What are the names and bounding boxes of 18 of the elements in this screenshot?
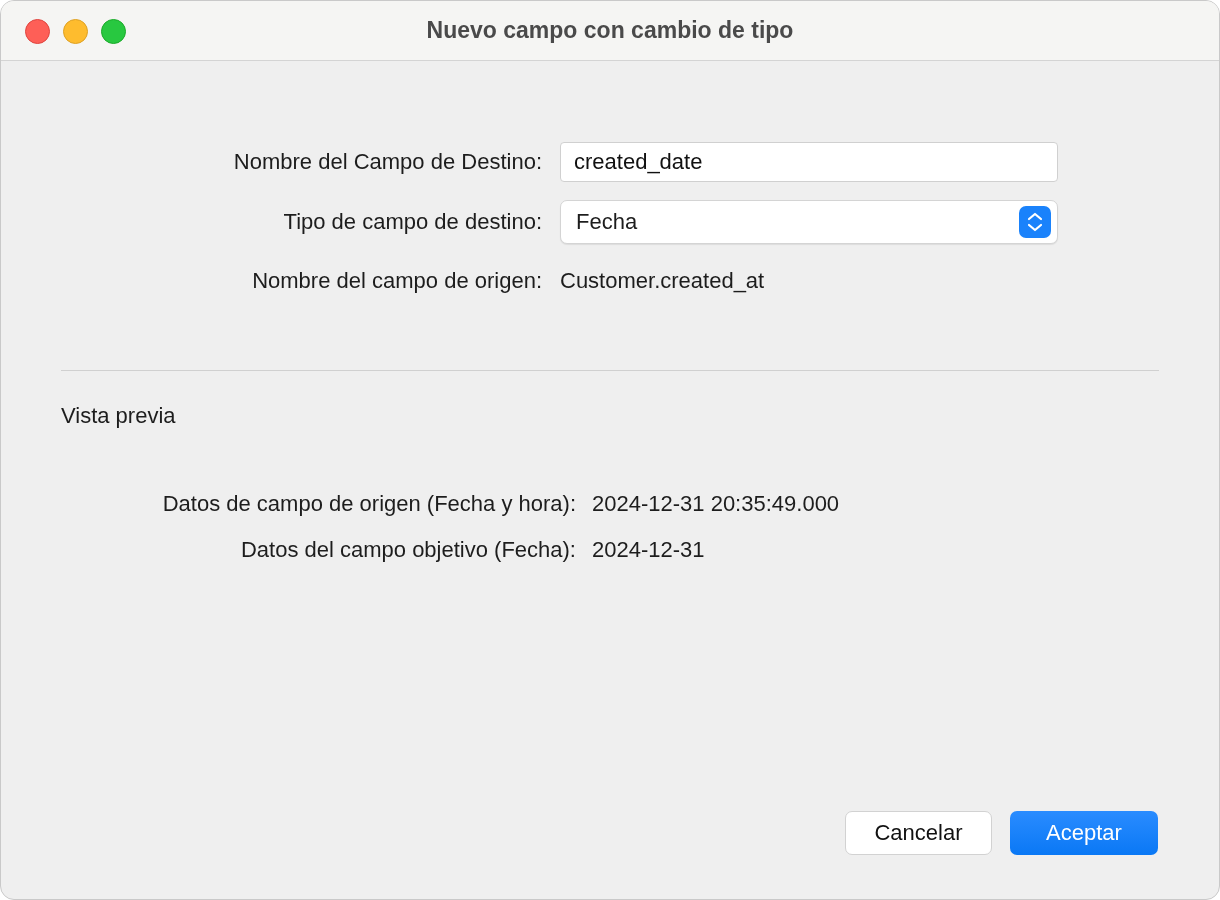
field-label: Nombre del campo de origen: xyxy=(251,268,542,294)
cancel-button[interactable]: Cancelar xyxy=(845,811,992,855)
field-label: Tipo de campo de destino: xyxy=(282,209,542,235)
field-label: Nombre del Campo de Destino: xyxy=(232,149,542,175)
preview-value: 2024-12-31 20:35:49.000 xyxy=(592,491,841,517)
close-button[interactable] xyxy=(25,19,50,44)
preview-label: Datos de campo de origen (Fecha y hora): xyxy=(161,491,576,517)
preview-label: Datos del campo objetivo (Fecha): xyxy=(239,537,576,563)
section-heading: Vista previa xyxy=(61,403,177,429)
field-value: Customer.created_at xyxy=(560,268,766,294)
zoom-button[interactable] xyxy=(101,19,126,44)
minimize-button[interactable] xyxy=(63,19,88,44)
window-title: Nuevo campo con cambio de tipo xyxy=(426,17,794,44)
preview-value: 2024-12-31 xyxy=(592,537,706,563)
type-dropdown[interactable]: Fecha xyxy=(560,200,1058,244)
ok-button[interactable]: Aceptar xyxy=(1010,811,1158,855)
chevron-updown-icon xyxy=(1019,206,1051,238)
input-field[interactable]: created_date xyxy=(560,142,1058,182)
